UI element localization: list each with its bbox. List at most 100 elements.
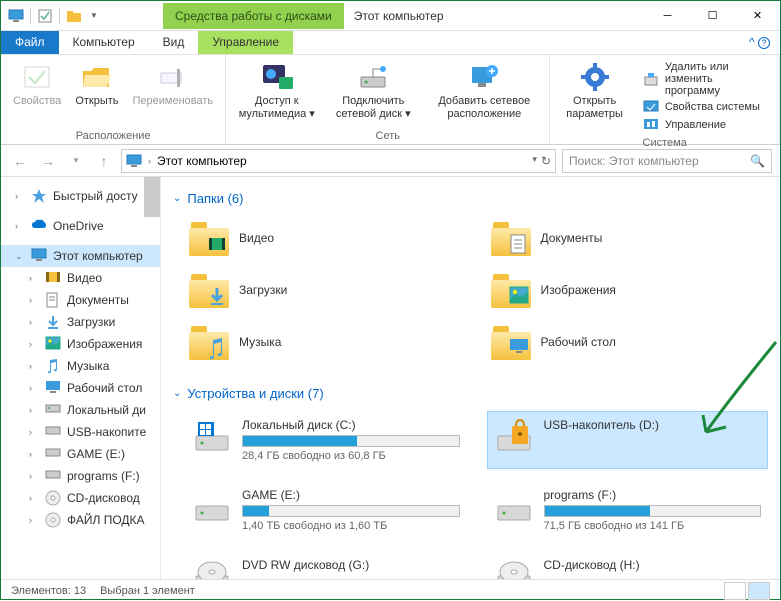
folder-item[interactable]: Изображения <box>487 268 769 312</box>
disk-icon <box>45 468 61 484</box>
status-selected: Выбран 1 элемент <box>100 585 195 597</box>
drive-label: programs (F:) <box>544 488 762 502</box>
nav-downloads[interactable]: › Загрузки <box>1 311 160 333</box>
nav-usb[interactable]: › USB-накопите <box>1 421 160 443</box>
map-drive-button[interactable]: Подключить сетевой диск ▾ <box>325 59 421 123</box>
close-button[interactable]: ✕ <box>735 1 780 31</box>
nav-onedrive[interactable]: › OneDrive <box>1 215 160 237</box>
nav-videos[interactable]: › Видео <box>1 267 160 289</box>
tab-view[interactable]: Вид <box>149 31 199 54</box>
window-title: Этот компьютер <box>354 9 444 23</box>
folder-label: Документы <box>541 231 603 245</box>
open-label: Открыть <box>75 95 118 108</box>
drive-label: CD-дисковод (H:) <box>544 558 762 572</box>
folder-item[interactable]: Видео <box>185 216 467 260</box>
nav-quick-access[interactable]: › Быстрый досту <box>1 185 160 207</box>
view-details-button[interactable] <box>724 582 746 600</box>
nav-desktop[interactable]: › Рабочий стол <box>1 377 160 399</box>
navigation-pane[interactable]: › Быстрый досту › OneDrive ⌄ Этот компью… <box>1 177 161 579</box>
media-icon <box>261 61 293 93</box>
folder-item[interactable]: Рабочий стол <box>487 320 769 364</box>
manage-icon <box>643 117 659 133</box>
nav-this-pc[interactable]: ⌄ Этот компьютер <box>1 245 160 267</box>
qat-dropdown-icon[interactable]: ▼ <box>85 7 103 25</box>
content-pane[interactable]: ⌄ Папки (6) Видео Документы Загрузки Изо… <box>161 177 780 579</box>
folder-item[interactable]: Документы <box>487 216 769 260</box>
drive-item[interactable]: USB-накопитель (D:) <box>487 411 769 469</box>
drive-icon <box>494 418 534 454</box>
context-tab-header: Средства работы с дисками <box>163 3 344 29</box>
folder-icon <box>491 220 531 256</box>
forward-button[interactable]: → <box>37 150 59 172</box>
minimize-button[interactable]: ─ <box>645 1 690 31</box>
pc-icon <box>7 7 25 25</box>
rename-button[interactable]: Переименовать <box>129 59 218 110</box>
folder-item[interactable]: Музыка <box>185 320 467 364</box>
search-input[interactable]: Поиск: Этот компьютер 🔍 <box>562 149 772 173</box>
group-header-drives[interactable]: ⌄ Устройства и диски (7) <box>173 380 768 411</box>
drive-item[interactable]: DVD DVD RW дисковод (G:) <box>185 551 467 579</box>
drive-item[interactable]: programs (F:) 71,5 ГБ свободно из 141 ГБ <box>487 481 769 539</box>
document-icon <box>45 292 61 308</box>
map-drive-label: Подключить сетевой диск ▾ <box>329 95 417 121</box>
separator <box>59 8 60 24</box>
back-button[interactable]: ← <box>9 150 31 172</box>
drive-label: USB-накопитель (D:) <box>544 418 762 432</box>
tab-manage[interactable]: Управление <box>198 31 293 54</box>
folder-label: Изображения <box>541 283 616 297</box>
system-props-label: Свойства системы <box>665 101 760 113</box>
drive-icon <box>192 418 232 454</box>
folder-icon <box>189 324 229 360</box>
manage-button[interactable]: Управление <box>643 117 765 133</box>
ribbon-collapse-button[interactable]: ^ ? <box>739 31 780 54</box>
nav-programs[interactable]: › programs (F:) <box>1 465 160 487</box>
view-tiles-button[interactable] <box>748 582 770 600</box>
qat-props-icon[interactable] <box>36 7 54 25</box>
drive-icon: DVD <box>192 558 232 579</box>
drive-icon <box>192 488 232 524</box>
drive-item[interactable]: Локальный диск (C:) 28,4 ГБ свободно из … <box>185 411 467 469</box>
open-button[interactable]: Открыть <box>71 59 122 110</box>
usb-icon <box>45 424 61 440</box>
folder-item[interactable]: Загрузки <box>185 268 467 312</box>
nav-local-disk[interactable]: › Локальный ди <box>1 399 160 421</box>
address-dropdown-icon[interactable]: ▾ <box>532 154 537 168</box>
nav-cd[interactable]: › CD-дисковод <box>1 487 160 509</box>
media-access-button[interactable]: Доступ к мультимедиа ▾ <box>234 59 319 123</box>
add-location-button[interactable]: Добавить сетевое расположение <box>427 59 541 123</box>
titlebar: ▼ Средства работы с дисками Этот компьют… <box>1 1 780 31</box>
uninstall-button[interactable]: Удалить или изменить программу <box>643 61 765 97</box>
ribbon-group-system: Открыть параметры Удалить или изменить п… <box>550 55 780 144</box>
download-icon <box>45 314 61 330</box>
recent-dropdown[interactable]: ▾ <box>65 150 87 172</box>
tab-file[interactable]: Файл <box>1 31 59 54</box>
manage-label: Управление <box>665 119 726 131</box>
drive-item[interactable]: CD-дисковод (H:) <box>487 551 769 579</box>
open-settings-button[interactable]: Открыть параметры <box>558 59 631 123</box>
ribbon-group-label: Расположение <box>9 128 217 142</box>
nav-file-podka[interactable]: › ФАЙЛ ПОДКА <box>1 509 160 531</box>
drive-item[interactable]: GAME (E:) 1,40 ТБ свободно из 1,60 ТБ <box>185 481 467 539</box>
drive-icon <box>494 488 534 524</box>
properties-icon <box>21 61 53 93</box>
video-icon <box>45 270 61 286</box>
address-bar[interactable]: › Этот компьютер ▾ ↻ <box>121 149 556 173</box>
qat-newfolder-icon[interactable] <box>65 7 83 25</box>
nav-game[interactable]: › GAME (E:) <box>1 443 160 465</box>
separator <box>30 8 31 24</box>
maximize-button[interactable]: ☐ <box>690 1 735 31</box>
drive-info: 28,4 ГБ свободно из 60,8 ГБ <box>242 450 460 462</box>
nav-pictures[interactable]: › Изображения <box>1 333 160 355</box>
tab-computer[interactable]: Компьютер <box>59 31 149 54</box>
refresh-button[interactable]: ↻ <box>541 154 551 168</box>
properties-button[interactable]: Свойства <box>9 59 65 110</box>
nav-documents[interactable]: › Документы <box>1 289 160 311</box>
add-location-icon <box>468 61 500 93</box>
search-placeholder: Поиск: Этот компьютер <box>569 154 699 168</box>
up-button[interactable]: ↑ <box>93 150 115 172</box>
system-props-button[interactable]: Свойства системы <box>643 99 765 115</box>
uninstall-label: Удалить или изменить программу <box>665 61 765 97</box>
scrollbar[interactable] <box>144 177 160 217</box>
nav-music[interactable]: › Музыка <box>1 355 160 377</box>
group-header-folders[interactable]: ⌄ Папки (6) <box>173 185 768 216</box>
